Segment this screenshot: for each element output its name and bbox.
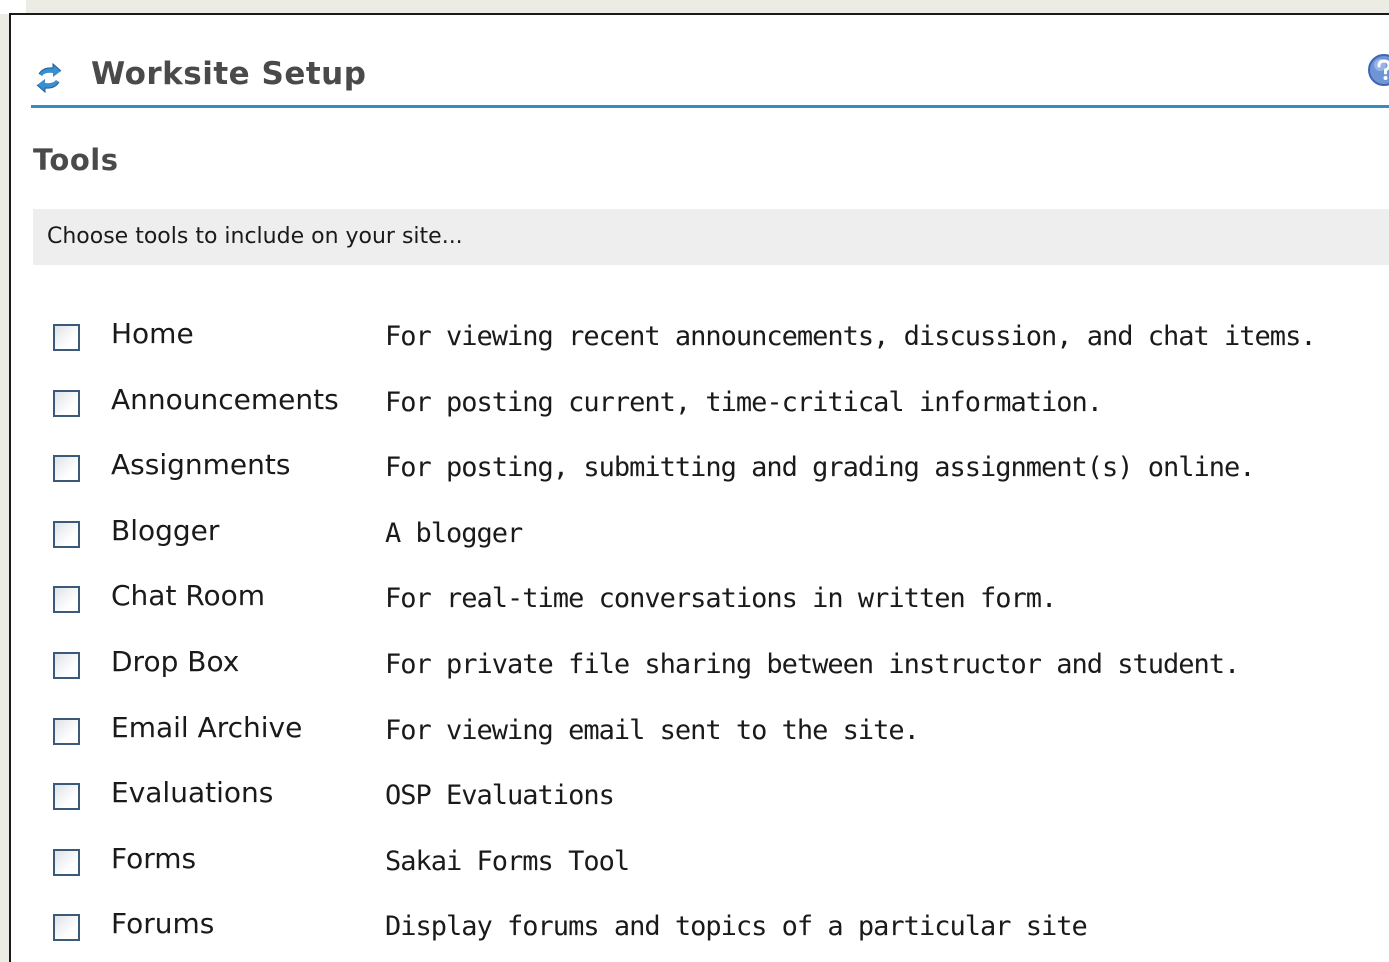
tool-checkbox-email-archive[interactable] bbox=[53, 717, 80, 745]
tool-description-blogger: A blogger bbox=[385, 517, 523, 549]
tool-row-email-archive: Email Archive For viewing email sent to … bbox=[11, 698, 1381, 764]
tool-name-home[interactable]: Home bbox=[111, 317, 194, 350]
tool-description-forms: Sakai Forms Tool bbox=[385, 845, 630, 877]
tool-description-drop-box: For private file sharing between instruc… bbox=[385, 648, 1240, 680]
tool-row-forums: Forums Display forums and topics of a pa… bbox=[11, 894, 1381, 960]
tool-list: Home For viewing recent announcements, d… bbox=[11, 304, 1381, 960]
section-title: Tools bbox=[33, 143, 119, 177]
tool-name-evaluations[interactable]: Evaluations bbox=[111, 776, 273, 809]
instructions-bar: Choose tools to include on your site... bbox=[33, 209, 1389, 265]
tool-row-chat-room: Chat Room For real-time conversations in… bbox=[11, 566, 1381, 632]
tool-checkbox-assignments[interactable] bbox=[53, 455, 80, 483]
tool-name-email-archive[interactable]: Email Archive bbox=[111, 711, 302, 744]
tool-checkbox-forms[interactable] bbox=[53, 848, 80, 876]
tool-checkbox-announcements[interactable] bbox=[53, 389, 80, 417]
tool-row-announcements: Announcements For posting current, time-… bbox=[11, 370, 1381, 436]
tool-description-home: For viewing recent announcements, discus… bbox=[385, 321, 1317, 352]
tool-name-blogger[interactable]: Blogger bbox=[111, 514, 219, 547]
tool-header: Worksite Setup bbox=[31, 53, 1389, 108]
tool-checkbox-chat-room[interactable] bbox=[53, 586, 80, 614]
tool-checkbox-drop-box[interactable] bbox=[53, 651, 80, 679]
tool-description-evaluations: OSP Evaluations bbox=[385, 780, 615, 812]
window-strip bbox=[0, 0, 26, 14]
help-icon[interactable] bbox=[1367, 53, 1389, 87]
tool-checkbox-evaluations[interactable] bbox=[53, 783, 80, 811]
tool-description-chat-room: For real-time conversations in written f… bbox=[385, 583, 1057, 615]
tool-row-home: Home For viewing recent announcements, d… bbox=[11, 304, 1381, 370]
tool-name-assignments[interactable]: Assignments bbox=[111, 448, 290, 481]
tool-description-assignments: For posting, submitting and grading assi… bbox=[385, 452, 1256, 484]
tool-row-drop-box: Drop Box For private file sharing betwee… bbox=[11, 632, 1381, 698]
tool-description-email-archive: For viewing email sent to the site. bbox=[385, 714, 920, 746]
tool-name-drop-box[interactable]: Drop Box bbox=[111, 645, 239, 678]
tool-row-evaluations: Evaluations OSP Evaluations bbox=[11, 763, 1381, 829]
tool-checkbox-forums[interactable] bbox=[53, 914, 80, 942]
page-title: Worksite Setup bbox=[91, 56, 367, 92]
tool-name-forums[interactable]: Forums bbox=[111, 907, 214, 940]
tool-name-forms[interactable]: Forms bbox=[111, 842, 196, 875]
tool-row-forms: Forms Sakai Forms Tool bbox=[11, 829, 1381, 895]
tool-frame: Worksite Setup Tools Choose tools to inc… bbox=[9, 13, 1389, 962]
tool-name-announcements[interactable]: Announcements bbox=[111, 383, 339, 416]
tool-name-chat-room[interactable]: Chat Room bbox=[111, 579, 265, 612]
tool-checkbox-blogger[interactable] bbox=[53, 520, 80, 548]
tool-row-blogger: Blogger A blogger bbox=[11, 501, 1381, 567]
tool-description-announcements: For posting current, time-critical infor… bbox=[385, 386, 1103, 418]
tool-checkbox-home[interactable] bbox=[53, 324, 80, 351]
tool-description-forums: Display forums and topics of a particula… bbox=[385, 911, 1088, 943]
refresh-arrows-icon bbox=[36, 62, 62, 94]
tool-row-assignments: Assignments For posting, submitting and … bbox=[11, 435, 1381, 501]
